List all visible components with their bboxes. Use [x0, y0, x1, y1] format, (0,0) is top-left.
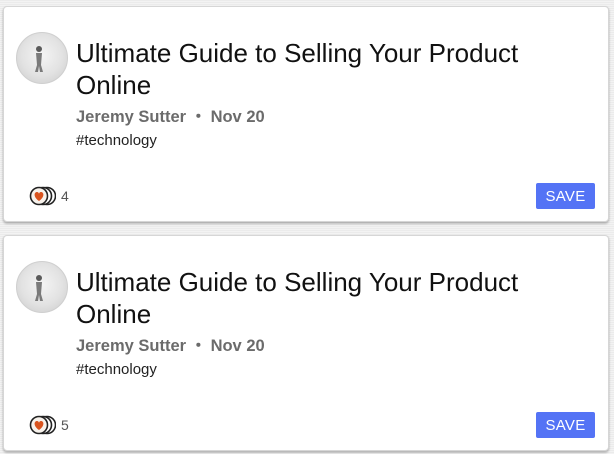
meta-separator: ・ [190, 108, 207, 126]
article-card[interactable]: Ultimate Guide to Selling Your Product O… [3, 235, 609, 451]
save-button[interactable]: SAVE [536, 183, 595, 209]
author-name[interactable]: Jeremy Sutter [76, 108, 186, 126]
article-title[interactable]: Ultimate Guide to Selling Your Product O… [76, 266, 576, 330]
article-tag[interactable]: #technology [76, 361, 157, 378]
reaction-count: 5 [61, 417, 69, 433]
author-avatar[interactable] [16, 261, 68, 313]
article-title[interactable]: Ultimate Guide to Selling Your Product O… [76, 37, 576, 101]
heart-reactions-icon [29, 186, 56, 206]
avatar-figure-icon [35, 46, 43, 72]
article-card[interactable]: Ultimate Guide to Selling Your Product O… [3, 6, 609, 222]
article-meta: Jeremy Sutter ・ Nov 20 [76, 332, 265, 356]
author-name[interactable]: Jeremy Sutter [76, 337, 186, 355]
heart-reactions-icon [29, 415, 56, 435]
meta-separator: ・ [190, 337, 207, 355]
reaction-count: 4 [61, 188, 69, 204]
avatar-figure-icon [35, 275, 43, 301]
article-meta: Jeremy Sutter ・ Nov 20 [76, 103, 265, 127]
publish-date: Nov 20 [210, 337, 265, 355]
save-button[interactable]: SAVE [536, 412, 595, 438]
author-avatar[interactable] [16, 32, 68, 84]
article-tag[interactable]: #technology [76, 132, 157, 149]
publish-date: Nov 20 [210, 108, 265, 126]
reactions[interactable]: 4 [28, 185, 69, 207]
reactions[interactable]: 5 [28, 414, 69, 436]
